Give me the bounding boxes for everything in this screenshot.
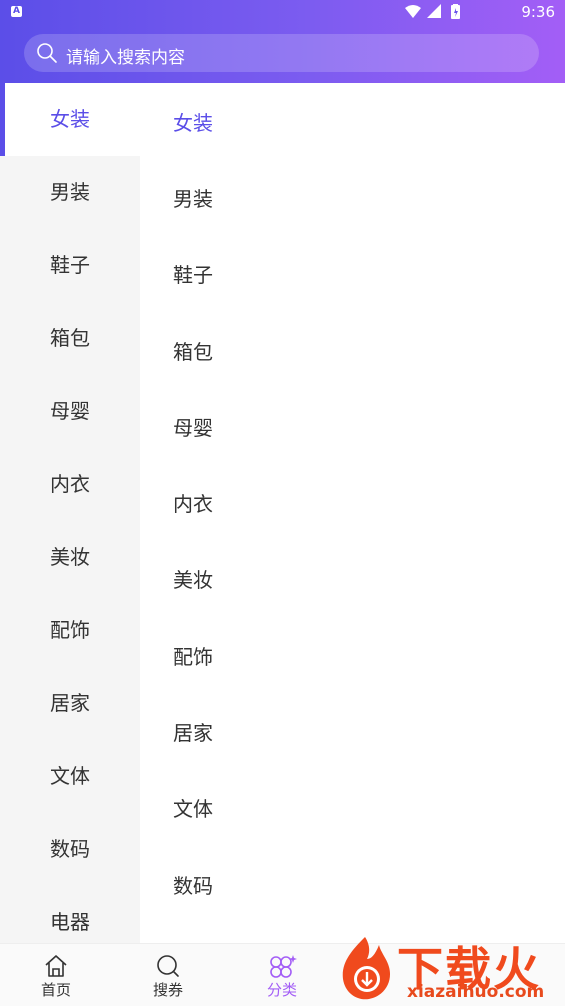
app-header: A 9:36 请输入搜索内容 <box>0 0 565 83</box>
content-item[interactable]: 居家 <box>140 693 565 769</box>
status-bar: A 9:36 <box>0 0 565 24</box>
content-item[interactable]: 文体 <box>140 770 565 846</box>
tab-category-label: 分类 <box>266 981 297 999</box>
content-item[interactable]: 母婴 <box>140 388 565 464</box>
category-content: 女装 男装 鞋子 箱包 母婴 内衣 美妆 配饰 居家 文体 数码 <box>140 83 565 943</box>
sidebar-item[interactable]: 美妆 <box>0 521 140 594</box>
tab-search-label: 搜券 <box>152 981 183 999</box>
search-bar[interactable]: 请输入搜索内容 <box>24 34 539 72</box>
sidebar-item[interactable]: 母婴 <box>0 375 140 448</box>
content-item[interactable]: 男装 <box>140 159 565 235</box>
search-icon <box>37 43 57 63</box>
home-icon <box>45 955 67 977</box>
sidebar-item[interactable]: 箱包 <box>0 302 140 375</box>
status-time: 9:36 <box>521 3 555 21</box>
sidebar-item[interactable]: 文体 <box>0 740 140 813</box>
sidebar-item[interactable]: 居家 <box>0 667 140 740</box>
sidebar-item[interactable]: 数码 <box>0 813 140 886</box>
sidebar-item[interactable]: 男装 <box>0 156 140 229</box>
content-item[interactable]: 鞋子 <box>140 236 565 312</box>
sidebar-item[interactable]: 女装 <box>0 83 140 156</box>
tab-search[interactable]: 搜券 <box>112 944 224 1006</box>
tab-home[interactable]: 首页 <box>0 944 112 1006</box>
tab-category[interactable]: 分类 <box>226 944 338 1006</box>
sidebar-item[interactable]: 电器 <box>0 886 140 943</box>
category-sidebar: 女装 男装 鞋子 箱包 母婴 内衣 美妆 配饰 居家 文体 数码 电器 <box>0 83 140 943</box>
tab-home-label: 首页 <box>40 981 71 999</box>
category-icon <box>270 955 297 978</box>
sidebar-item[interactable]: 鞋子 <box>0 229 140 302</box>
app-badge-icon: A <box>11 6 22 17</box>
bottom-tabbar: 首页 搜券 分类 <box>0 943 565 1006</box>
wifi-icon <box>405 5 421 18</box>
sidebar-item[interactable]: 内衣 <box>0 448 140 521</box>
content-item[interactable]: 内衣 <box>140 464 565 540</box>
status-icons <box>403 4 473 20</box>
search-icon <box>157 955 179 977</box>
sidebar-item[interactable]: 配饰 <box>0 594 140 667</box>
content-item[interactable]: 配饰 <box>140 617 565 693</box>
search-placeholder: 请输入搜索内容 <box>66 48 185 68</box>
content-item[interactable]: 数码 <box>140 846 565 922</box>
battery-icon <box>451 4 460 19</box>
content-item[interactable]: 女装 <box>140 83 565 159</box>
signal-icon <box>427 4 441 18</box>
content-item[interactable]: 箱包 <box>140 312 565 388</box>
content-item[interactable]: 美妆 <box>140 541 565 617</box>
